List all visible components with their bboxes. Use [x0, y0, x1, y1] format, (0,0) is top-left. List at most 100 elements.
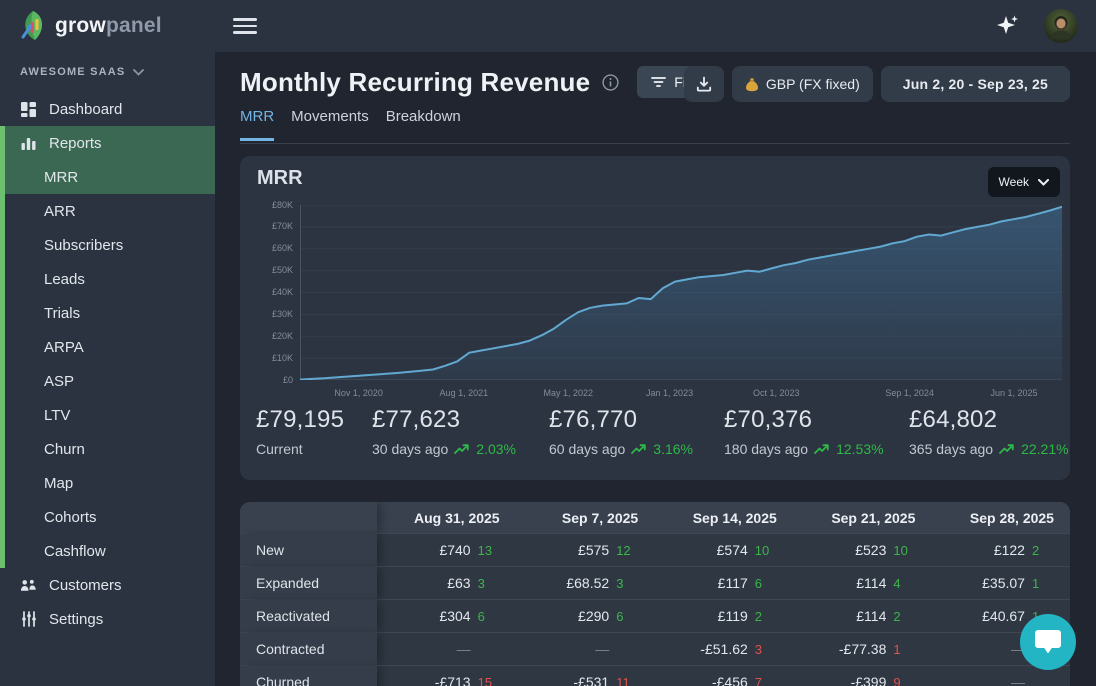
chat-launcher[interactable] [1020, 614, 1076, 670]
settings-icon [20, 611, 37, 627]
stat-value: £79,195 [256, 406, 372, 434]
table-cell: £57512 [516, 534, 655, 566]
y-tick: £40K [272, 287, 293, 297]
reports-icon [20, 135, 37, 152]
sidebar-item-mrr[interactable]: MRR [5, 160, 215, 194]
info-icon[interactable] [602, 74, 619, 91]
cell-count: 7 [755, 675, 777, 686]
sidebar-item-trials[interactable]: Trials [5, 296, 215, 330]
cell-value: £40.67 [982, 608, 1025, 624]
period-selector[interactable]: Week [988, 167, 1060, 197]
tab-mrr[interactable]: MRR [240, 108, 274, 141]
table-cell: £35.071 [931, 567, 1070, 599]
cell-count: 6 [755, 576, 777, 591]
sidebar-item-customers[interactable]: Customers [0, 568, 215, 602]
sidebar-item-cohorts[interactable]: Cohorts [5, 500, 215, 534]
table-header-row: Aug 31, 2025Sep 7, 2025Sep 14, 2025Sep 2… [240, 502, 1070, 533]
sidebar-item-ltv[interactable]: LTV [5, 398, 215, 432]
sidebar-item-settings[interactable]: Settings [0, 602, 215, 636]
app-name: growpanel [55, 14, 162, 38]
period-selector-value: Week [999, 175, 1029, 189]
cell-value: £68.52 [566, 575, 609, 591]
sidebar-item-churn[interactable]: Churn [5, 432, 215, 466]
sidebar-item-arr[interactable]: ARR [5, 194, 215, 228]
user-avatar[interactable] [1044, 9, 1078, 43]
table-cell: £2906 [516, 600, 655, 632]
cell-value: £740 [439, 542, 470, 558]
date-range-label: Jun 2, 20 - Sep 23, 25 [903, 76, 1048, 92]
menu-toggle-icon[interactable] [233, 13, 263, 39]
filter-icon [651, 76, 666, 88]
column-header: Sep 21, 2025 [793, 502, 932, 533]
page-title: Monthly Recurring Revenue [240, 67, 590, 98]
workspace-switcher[interactable]: AWESOME SAAS [0, 52, 215, 88]
trend-up-icon [999, 443, 1015, 455]
cell-value: -£51.62 [700, 641, 747, 657]
stat-label: Current [256, 441, 303, 457]
currency-button[interactable]: GBP (FX fixed) [732, 66, 873, 102]
row-label: Contracted [240, 633, 377, 665]
stat-60-days-ago: £76,77060 days ago3.16% [549, 406, 724, 457]
cell-value: £119 [718, 608, 748, 624]
money-bag-icon [745, 77, 759, 92]
stat-label: 365 days ago [909, 441, 993, 457]
cell-value: £117 [718, 575, 748, 591]
tab-breakdown[interactable]: Breakdown [386, 108, 461, 141]
cell-value: -£713 [435, 674, 471, 686]
sidebar-item-label: Cohorts [44, 509, 97, 526]
stat-current: £79,195 Current [256, 406, 372, 457]
cell-empty: — [457, 641, 471, 657]
cell-count: 4 [893, 576, 915, 591]
cell-count: 12 [616, 543, 638, 558]
sidebar-item-cashflow[interactable]: Cashflow [5, 534, 215, 568]
cell-value: -£456 [712, 674, 748, 686]
table-row-churned: Churned-£71315-£53111-£4567-£3999— [240, 665, 1070, 686]
y-tick: £10K [272, 353, 293, 363]
workspace-name: AWESOME SAAS [20, 66, 125, 78]
sidebar-item-arpa[interactable]: ARPA [5, 330, 215, 364]
chart-plot-area [300, 205, 1062, 380]
date-range-button[interactable]: Jun 2, 20 - Sep 23, 25 [881, 66, 1070, 102]
main-content: Monthly Recurring Revenue Filter GBP (FX… [215, 52, 1096, 686]
sidebar-item-map[interactable]: Map [5, 466, 215, 500]
column-header: Sep 28, 2025 [931, 502, 1070, 533]
table-row-reactivated: Reactivated£3046£2906£1192£1142£40.671 [240, 599, 1070, 632]
cell-count: 3 [478, 576, 500, 591]
y-tick: £60K [272, 243, 293, 253]
sidebar-item-reports[interactable]: Reports [5, 126, 215, 160]
column-header: Sep 7, 2025 [516, 502, 655, 533]
stat-change: 2.03% [476, 441, 516, 457]
sidebar-item-leads[interactable]: Leads [5, 262, 215, 296]
y-tick: £70K [272, 221, 293, 231]
cell-count: 9 [893, 675, 915, 686]
cell-count: 13 [478, 543, 500, 558]
ai-sparkle-icon[interactable] [994, 12, 1022, 40]
stat-180-days-ago: £70,376180 days ago12.53% [724, 406, 909, 457]
stat-label: 60 days ago [549, 441, 625, 457]
row-label: Churned [240, 666, 377, 686]
cell-count: 6 [616, 609, 638, 624]
reports-group: ReportsMRRARRSubscribersLeadsTrialsARPAA… [0, 126, 215, 568]
movements-table[interactable]: Aug 31, 2025Sep 7, 2025Sep 14, 2025Sep 2… [240, 502, 1070, 686]
tab-movements[interactable]: Movements [291, 108, 369, 141]
cell-value: £304 [439, 608, 470, 624]
cell-value: £122 [994, 542, 1025, 558]
table-cell: £52310 [793, 534, 932, 566]
app-logo: growpanel [0, 10, 215, 42]
sidebar-item-subscribers[interactable]: Subscribers [5, 228, 215, 262]
cell-empty: — [595, 641, 609, 657]
sidebar-item-dashboard[interactable]: Dashboard [0, 92, 215, 126]
x-tick: Jan 1, 2023 [646, 388, 693, 398]
cell-count: 3 [616, 576, 638, 591]
chart-x-axis: Nov 1, 2020Aug 1, 2021May 1, 2022Jan 1, … [300, 388, 1062, 402]
dashboard-icon [20, 101, 37, 118]
download-button[interactable] [684, 66, 724, 102]
sidebar-item-label: Map [44, 475, 73, 492]
x-tick: Jun 1, 2025 [990, 388, 1037, 398]
stat-change: 22.21% [1021, 441, 1068, 457]
table-cell: — [377, 633, 516, 665]
cell-count: 15 [478, 675, 500, 686]
cell-count: 10 [755, 543, 777, 558]
y-tick: £30K [272, 309, 293, 319]
sidebar-item-asp[interactable]: ASP [5, 364, 215, 398]
